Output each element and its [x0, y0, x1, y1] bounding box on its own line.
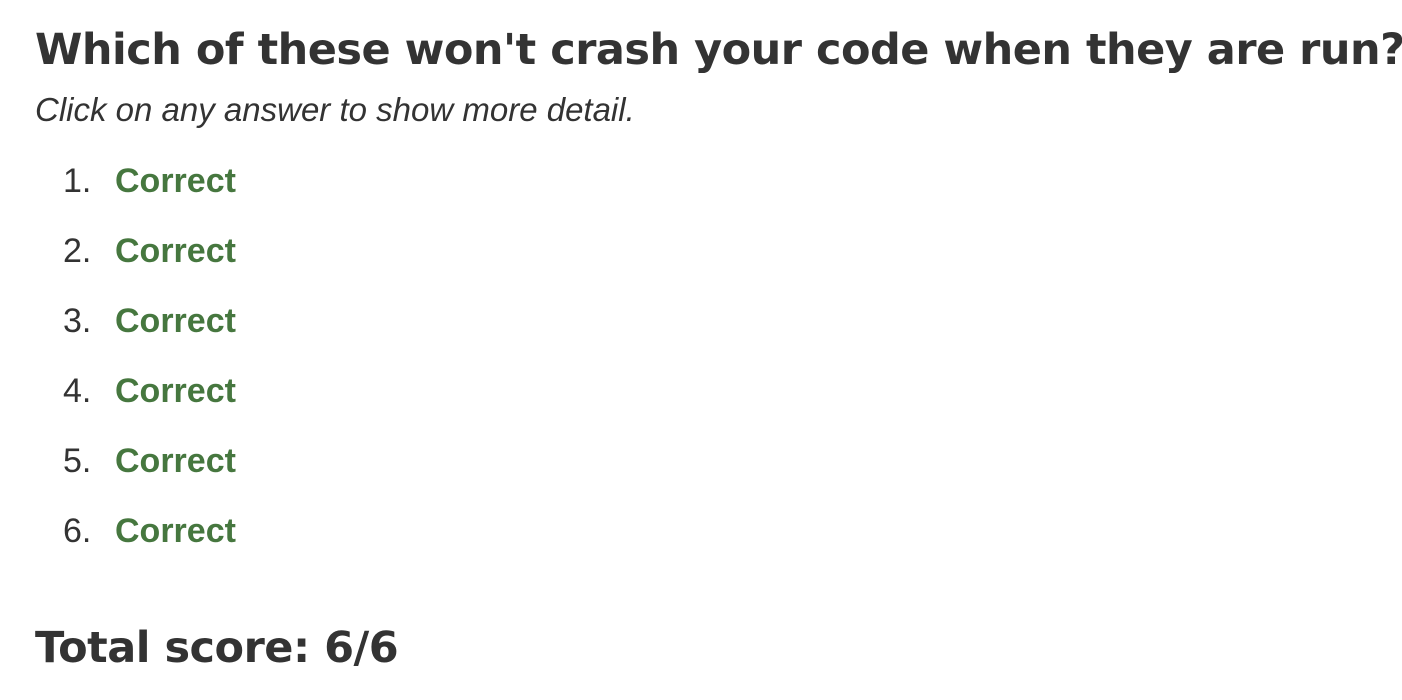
answer-number: 5.	[63, 442, 92, 480]
answer-status-correct[interactable]: Correct	[115, 228, 236, 274]
question-heading: Which of these won't crash your code whe…	[35, 25, 1402, 75]
answer-status-correct[interactable]: Correct	[115, 438, 236, 484]
answer-item-3[interactable]: 3. Correct	[35, 298, 236, 368]
answer-status-correct[interactable]: Correct	[115, 298, 236, 344]
answer-list: 1. Correct 2. Correct 3. Correct 4. Corr…	[35, 158, 236, 578]
answer-item-5[interactable]: 5. Correct	[35, 438, 236, 508]
answer-number: 2.	[63, 232, 92, 270]
answer-item-4[interactable]: 4. Correct	[35, 368, 236, 438]
answer-number: 3.	[63, 302, 92, 340]
answer-status-correct[interactable]: Correct	[115, 368, 236, 414]
answer-number: 4.	[63, 372, 92, 410]
instruction-text: Click on any answer to show more detail.	[35, 91, 635, 128]
answer-number: 1.	[63, 162, 92, 200]
answer-status-correct[interactable]: Correct	[115, 508, 236, 554]
answer-number: 6.	[63, 512, 92, 550]
answer-status-correct[interactable]: Correct	[115, 158, 236, 204]
answer-item-2[interactable]: 2. Correct	[35, 228, 236, 298]
total-score: Total score: 6/6	[35, 623, 399, 673]
answer-item-6[interactable]: 6. Correct	[35, 508, 236, 578]
answer-item-1[interactable]: 1. Correct	[35, 158, 236, 228]
